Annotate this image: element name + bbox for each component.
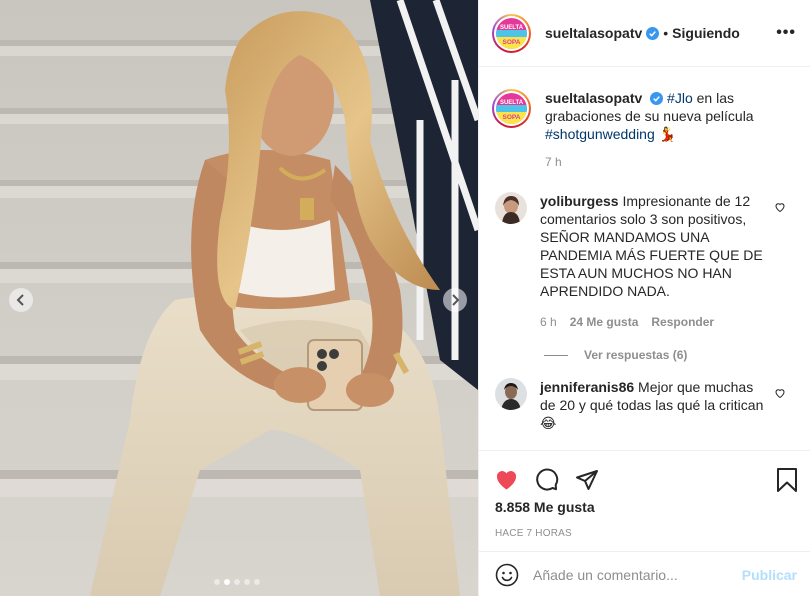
likes-count[interactable]: 8.858 Me gusta: [479, 499, 810, 515]
comment-username[interactable]: jenniferanis86: [540, 379, 634, 395]
heart-icon: [496, 470, 517, 489]
caption-avatar[interactable]: SUELTA SOPA: [492, 89, 531, 128]
post-timestamp[interactable]: HACE 7 HORAS: [479, 528, 810, 539]
carousel-indicator: [214, 579, 260, 585]
caption-emoji: 💃: [658, 126, 677, 142]
comment-body: yoliburgess Impresionante de 12 comentar…: [540, 192, 772, 331]
chevron-right-icon: [452, 294, 460, 306]
comment-username[interactable]: yoliburgess: [540, 193, 619, 209]
verified-icon: [646, 26, 660, 40]
carousel-dot: [244, 579, 250, 585]
comment-like-icon[interactable]: [774, 387, 786, 399]
add-comment-bar: Publicar: [479, 551, 810, 596]
comment-meta: 6 h 24 Me gusta Responder: [540, 313, 772, 331]
comment-likes[interactable]: 24 Me gusta: [570, 313, 639, 331]
comment-item: jenniferanis86 Mejor que muchas de 20 y …: [492, 378, 794, 432]
suelta-la-sopa-logo: SUELTA SOPA: [496, 93, 527, 124]
comment-body: jenniferanis86 Mejor que muchas de 20 y …: [540, 378, 772, 432]
post-header: SUELTA SOPA sueltalasopatv • Siguiendo •…: [479, 0, 810, 67]
more-options-icon[interactable]: •••: [776, 24, 796, 42]
suelta-la-sopa-logo: SUELTA SOPA: [496, 17, 527, 49]
comment-item: yoliburgess Impresionante de 12 comentar…: [492, 192, 794, 331]
avatar[interactable]: SUELTA SOPA: [492, 13, 531, 53]
post-photo: [0, 0, 478, 596]
view-replies-button[interactable]: Ver respuestas (6): [544, 348, 794, 362]
svg-text:SUELTA: SUELTA: [500, 100, 524, 106]
save-button[interactable]: [776, 467, 798, 492]
commenter-avatar[interactable]: [495, 378, 527, 410]
header-separator: •: [663, 25, 669, 41]
header-username[interactable]: sueltalasopatv: [545, 25, 642, 41]
post-actions: 8.858 Me gusta HACE 7 HORAS Publicar: [479, 450, 810, 586]
post-side-panel: SUELTA SOPA sueltalasopatv • Siguiendo •…: [478, 0, 810, 596]
carousel-dot: [234, 579, 240, 585]
comments-list[interactable]: SUELTA SOPA sueltalasopatv #Jlo en las g…: [479, 68, 810, 450]
comment-icon: [536, 468, 559, 490]
publish-button[interactable]: Publicar: [742, 567, 797, 583]
caption-text: sueltalasopatv #Jlo en las grabaciones d…: [545, 89, 767, 171]
following-button[interactable]: Siguiendo: [672, 25, 740, 41]
reply-button[interactable]: Responder: [651, 313, 714, 331]
caption-username[interactable]: sueltalasopatv: [545, 90, 642, 106]
comment-input[interactable]: [533, 566, 733, 583]
caption-time[interactable]: 7 h: [545, 153, 767, 171]
action-icons: [479, 451, 810, 495]
caption-mention[interactable]: #Jlo: [667, 90, 693, 106]
bookmark-icon: [777, 467, 797, 492]
caption-hashtag[interactable]: #shotgunwedding: [545, 126, 655, 142]
comment-like-icon[interactable]: [774, 201, 786, 213]
comment-emoji: 😂: [540, 415, 557, 431]
svg-text:SUELTA: SUELTA: [500, 25, 524, 31]
emoji-icon[interactable]: [495, 563, 519, 587]
post-media: [0, 0, 478, 596]
commenter-avatar[interactable]: [495, 192, 527, 224]
carousel-dot-active: [224, 579, 230, 585]
view-replies-label: Ver respuestas (6): [584, 348, 688, 362]
post-caption: SUELTA SOPA sueltalasopatv #Jlo en las g…: [492, 89, 794, 171]
post-view: SUELTA SOPA sueltalasopatv • Siguiendo •…: [0, 0, 810, 596]
previous-slide-button[interactable]: [9, 288, 33, 312]
replies-divider: [544, 354, 568, 356]
verified-icon: [650, 92, 664, 105]
next-slide-button[interactable]: [443, 288, 467, 312]
share-icon: [576, 469, 598, 490]
carousel-dot: [254, 579, 260, 585]
comment-time[interactable]: 6 h: [540, 313, 557, 331]
like-button[interactable]: [494, 468, 519, 492]
carousel-dot: [214, 579, 220, 585]
svg-text:SOPA: SOPA: [503, 114, 521, 121]
share-button[interactable]: [575, 468, 599, 492]
comment-button[interactable]: [535, 468, 559, 492]
chevron-left-icon: [16, 294, 24, 306]
svg-text:SOPA: SOPA: [503, 39, 521, 46]
